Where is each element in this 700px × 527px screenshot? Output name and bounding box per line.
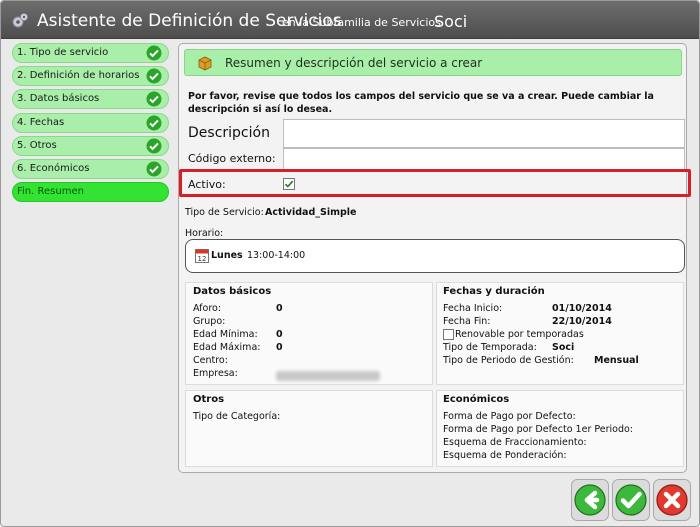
svg-text:12: 12 — [198, 255, 207, 263]
renovable-label: Renovable por temporadas — [455, 329, 584, 340]
empresa-value-redacted — [276, 369, 380, 382]
panel-header-title: Resumen y descripción del servicio a cre… — [225, 56, 483, 70]
forma-pago-label: Forma de Pago por Defecto: — [443, 411, 576, 422]
back-button[interactable] — [571, 479, 609, 521]
aforo-label: Aforo: — [193, 303, 222, 314]
check-circle-icon — [146, 115, 162, 131]
step-tipo-servicio[interactable]: 1. Tipo de servicio — [12, 43, 169, 63]
window-subtitle: en la Subfamilia de Servicios — [282, 16, 441, 29]
window-subfamily: Soci — [434, 12, 468, 31]
economicos-title: Económicos — [443, 394, 510, 405]
step-label: 2. Definición de horarios — [17, 70, 140, 82]
close-icon — [653, 479, 691, 521]
intro-text: Por favor, revise que todos los campos d… — [188, 91, 654, 115]
tipo-periodo-label: Tipo de Periodo de Gestión: — [443, 355, 574, 366]
horario-day: Lunes — [211, 250, 243, 261]
otros-block: Otros Tipo de Categoría: — [185, 390, 433, 467]
grupo-label: Grupo: — [193, 316, 226, 327]
tipo-temporada-label: Tipo de Temporada: — [443, 342, 537, 353]
step-economicos[interactable]: 6. Económicos — [12, 158, 169, 179]
back-arrow-icon — [571, 479, 609, 521]
package-icon — [198, 56, 212, 71]
gears-icon — [12, 13, 28, 28]
cancel-button[interactable] — [653, 479, 691, 521]
title-bar: Asistente de Definición de Servicios en … — [1, 1, 699, 39]
step-label: Fin. Resumen — [17, 186, 84, 198]
tipo-periodo-value: Mensual — [594, 355, 639, 366]
check-circle-icon — [146, 91, 162, 107]
datos-basicos-block: Datos básicos Aforo: 0 Grupo: Edad Mínim… — [185, 282, 433, 385]
codigo-externo-label: Código externo: — [188, 152, 276, 165]
check-circle-icon — [146, 138, 162, 154]
check-circle-icon — [146, 68, 162, 84]
check-circle-icon — [146, 45, 162, 61]
codigo-externo-input[interactable] — [283, 148, 685, 170]
descripcion-label: Descripción — [188, 125, 270, 141]
empresa-label: Empresa: — [193, 368, 238, 379]
tipo-servicio-value: Actividad_Simple — [265, 207, 357, 218]
horario-label: Horario: — [185, 228, 224, 239]
panel-header: Resumen y descripción del servicio a cre… — [184, 49, 682, 76]
edad-maxima-label: Edad Máxima: — [193, 342, 261, 353]
step-definicion-horarios[interactable]: 2. Definición de horarios — [12, 66, 169, 87]
step-datos-basicos[interactable]: 3. Datos básicos — [12, 89, 169, 110]
aforo-value: 0 — [276, 303, 283, 314]
horario-box: 12 Lunes 13:00-14:00 — [185, 239, 685, 273]
tipo-categoria-label: Tipo de Categoría: — [193, 411, 281, 422]
steps-sidebar: 1. Tipo de servicio 2. Definición de hor… — [12, 43, 169, 205]
step-label: 5. Otros — [17, 139, 57, 151]
checkmark-icon — [612, 479, 650, 521]
edad-maxima-value: 0 — [276, 342, 283, 353]
otros-title: Otros — [193, 394, 225, 405]
fecha-fin-value: 22/10/2014 — [552, 316, 612, 327]
check-circle-icon — [146, 161, 162, 177]
step-label: 6. Económicos — [17, 162, 90, 174]
fecha-inicio-value: 01/10/2014 — [552, 303, 612, 314]
forma-pago-1er-periodo-label: Forma de Pago por Defecto 1er Periodo: — [443, 424, 633, 435]
horario-time: 13:00-14:00 — [247, 250, 306, 261]
calendar-icon: 12 — [195, 249, 209, 263]
step-otros[interactable]: 5. Otros — [12, 135, 169, 156]
step-fechas[interactable]: 4. Fechas — [12, 112, 169, 133]
edad-minima-value: 0 — [276, 329, 283, 340]
esquema-fraccionamiento-label: Esquema de Fraccionamiento: — [443, 437, 587, 448]
step-fin-resumen[interactable]: Fin. Resumen — [12, 182, 169, 203]
tipo-temporada-value: Soci — [552, 342, 575, 353]
descripcion-input[interactable] — [283, 119, 685, 148]
step-label: 1. Tipo de servicio — [17, 47, 109, 58]
summary-panel: Resumen y descripción del servicio a cre… — [178, 43, 687, 473]
esquema-ponderacion-label: Esquema de Ponderación: — [443, 450, 567, 461]
datos-basicos-title: Datos básicos — [193, 286, 272, 297]
fechas-title: Fechas y duración — [443, 286, 545, 297]
renovable-checkbox[interactable] — [443, 329, 454, 340]
centro-label: Centro: — [193, 355, 228, 366]
step-label: 3. Datos básicos — [17, 93, 100, 105]
fecha-fin-label: Fecha Fin: — [443, 316, 491, 327]
economicos-block: Económicos Forma de Pago por Defecto: Fo… — [436, 390, 684, 467]
tipo-servicio-label: Tipo de Servicio: — [185, 207, 264, 218]
activo-highlight — [179, 169, 691, 197]
accept-button[interactable] — [612, 479, 650, 521]
fecha-inicio-label: Fecha Inicio: — [443, 303, 503, 314]
edad-minima-label: Edad Mínima: — [193, 329, 258, 340]
step-label: 4. Fechas — [17, 116, 65, 128]
fechas-block: Fechas y duración Fecha Inicio: 01/10/20… — [436, 282, 684, 385]
wizard-window: Asistente de Definición de Servicios en … — [0, 0, 700, 527]
